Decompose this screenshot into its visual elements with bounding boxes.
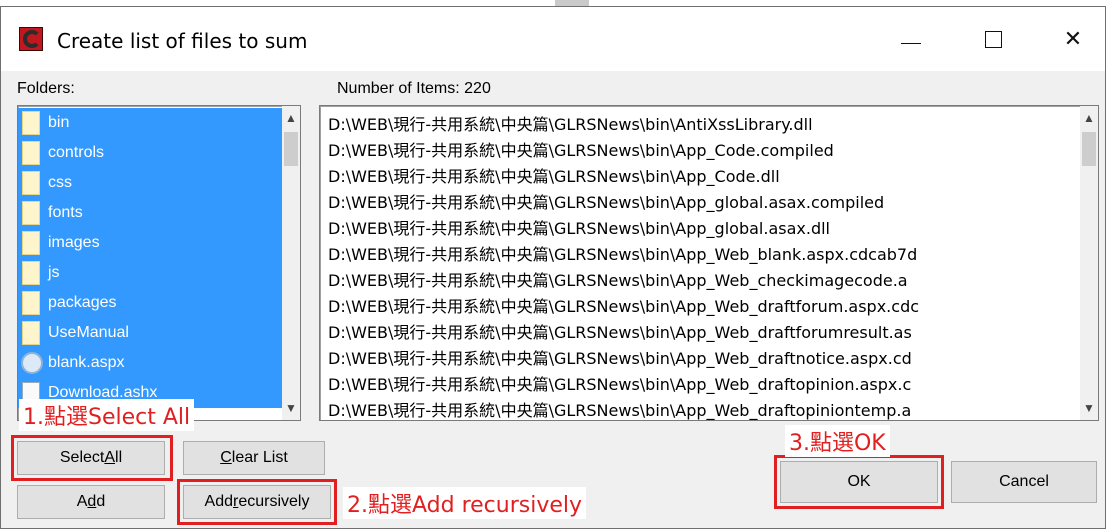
item-count-label: Number of Items: 220 — [337, 80, 491, 97]
list-item[interactable]: D:\WEB\現行-共用系統\中央篇\GLRSNews\bin\App_Web_… — [320, 394, 1080, 420]
file-item[interactable]: blank.aspx — [18, 348, 283, 378]
folder-item[interactable]: UseManual — [18, 318, 283, 348]
folder-icon — [22, 291, 40, 315]
folders-scrollbar[interactable]: ▲ ▼ — [282, 106, 300, 420]
globe-icon — [21, 352, 43, 374]
cancel-button[interactable]: Cancel — [951, 461, 1097, 503]
folder-icon — [22, 321, 40, 345]
maximize-button[interactable] — [963, 19, 1023, 59]
scroll-thumb[interactable] — [1082, 132, 1096, 166]
folder-icon — [22, 201, 40, 225]
scroll-down-icon[interactable]: ▼ — [1080, 398, 1098, 418]
highlight-select-all — [11, 435, 173, 481]
folder-item[interactable]: js — [18, 258, 283, 288]
clear-list-button[interactable]: Clear List — [183, 441, 325, 475]
file-listbox[interactable]: D:\WEB\現行-共用系統\中央篇\GLRSNews\bin\AntiXssL… — [319, 105, 1099, 421]
scroll-thumb[interactable] — [284, 132, 298, 166]
folder-item[interactable]: css — [18, 168, 283, 198]
folder-item[interactable]: controls — [18, 138, 283, 168]
folder-icon — [22, 171, 40, 195]
folder-icon — [22, 111, 40, 135]
annotation-step1: 1.點選Select All — [19, 399, 195, 431]
folders-label: Folders: — [17, 80, 75, 97]
annotation-step3: 3.點選OK — [785, 425, 890, 457]
folder-item[interactable]: packages — [18, 288, 283, 318]
scroll-up-icon[interactable]: ▲ — [282, 108, 300, 128]
minimize-button[interactable] — [881, 19, 941, 59]
highlight-ok — [774, 455, 944, 509]
folders-listbox[interactable]: bin controls css fonts images js package… — [17, 105, 301, 421]
folder-item[interactable]: bin — [18, 108, 283, 138]
highlight-add-recursively — [177, 479, 337, 525]
annotation-step2: 2.點選Add recursively — [343, 487, 587, 519]
minimize-icon — [901, 42, 921, 44]
dialog-window: Create list of files to sum ✕ Folders: N… — [0, 6, 1106, 529]
folder-item[interactable]: fonts — [18, 198, 283, 228]
folder-icon — [22, 261, 40, 285]
files-scrollbar[interactable]: ▲ ▼ — [1080, 106, 1098, 420]
close-icon: ✕ — [1063, 26, 1083, 51]
app-icon — [19, 27, 43, 51]
add-button[interactable]: Add — [17, 485, 165, 519]
close-button[interactable]: ✕ — [1043, 19, 1103, 59]
folder-icon — [22, 231, 40, 255]
window-title: Create list of files to sum — [57, 29, 308, 53]
maximize-icon — [984, 30, 1002, 48]
folder-item[interactable]: images — [18, 228, 283, 258]
title-bar: Create list of files to sum ✕ — [1, 7, 1105, 71]
folder-icon — [22, 141, 40, 165]
scroll-down-icon[interactable]: ▼ — [282, 398, 300, 418]
scroll-up-icon[interactable]: ▲ — [1080, 108, 1098, 128]
